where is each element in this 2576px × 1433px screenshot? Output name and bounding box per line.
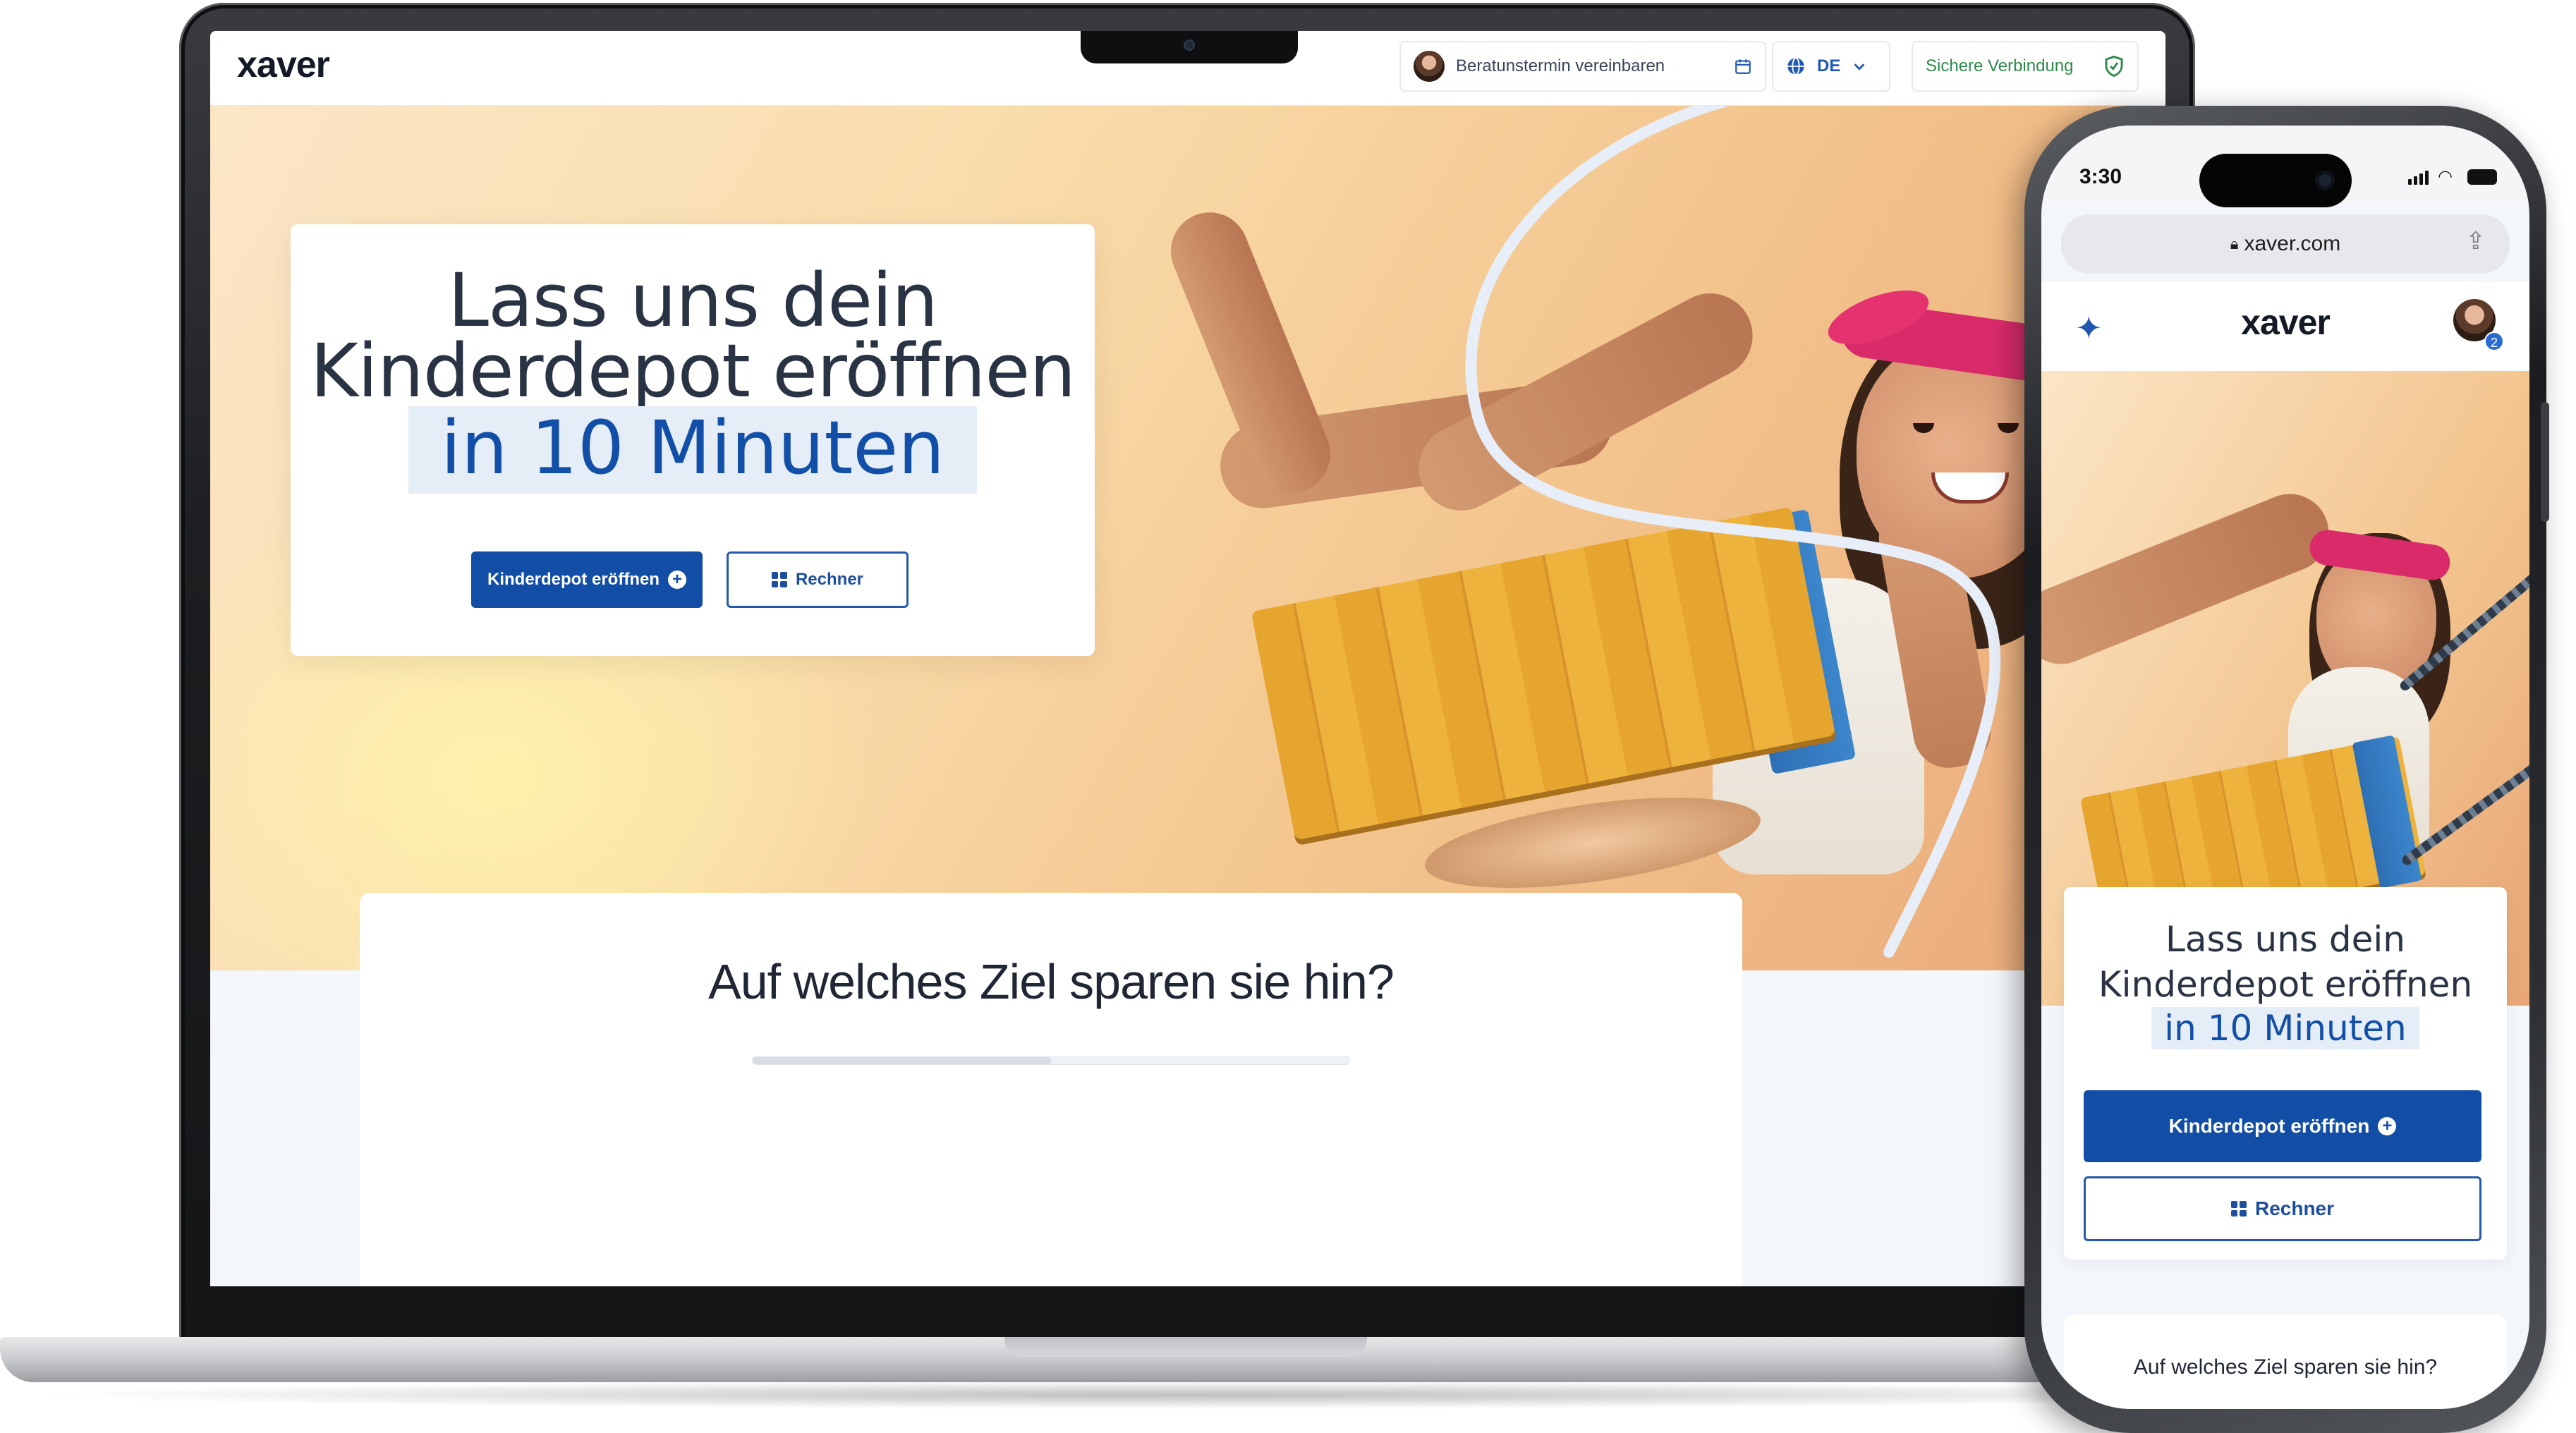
laptop-hinge-notch [1004,1337,1367,1357]
mobile-hero-card: Lass uns dein Kinderdepot eröffnen in 10… [2064,887,2507,1260]
calculator-button[interactable]: Rechner [727,551,909,608]
grid-icon [2230,1201,2247,1216]
share-icon[interactable]: ⇪ [2466,227,2486,255]
notification-badge: 2 [2484,331,2504,351]
signal-icon [2408,169,2429,185]
hero-title-line: Lass uns dein [448,257,938,343]
language-label: DE [1817,56,1841,75]
camera-notch [1081,31,1298,63]
battery-icon [2467,169,2497,185]
appointment-label: Beratunstermin vereinbaren [1456,56,1665,75]
browser-url: xaver.com [2244,232,2341,255]
dynamic-island [2199,154,2352,207]
plus-circle-icon: + [668,571,686,589]
hero-card: Lass uns dein Kinderdepot eröffnen in 10… [291,224,1095,656]
mobile-hero-title-line: Kinderdepot eröffnen [2098,964,2473,1005]
grid-icon [771,572,787,587]
wifi-icon: ◠ [2438,167,2453,186]
open-depot-label: Kinderdepot eröffnen [487,570,660,589]
girl-leg [2041,482,2340,676]
chevron-down-icon [1854,63,1865,71]
savings-goal-title: Auf welches Ziel sparen sie hin? [708,954,1395,1009]
appointment-button[interactable]: Beratunstermin vereinbaren [1399,41,1766,92]
status-time: 3:30 [2079,165,2122,188]
status-bar: 3:30 ◠ [2041,126,2529,207]
calculator-label: Rechner [795,570,864,589]
calendar-icon [1735,59,1751,74]
progress-bar [752,1056,1350,1065]
plus-circle-icon: + [2378,1117,2397,1135]
mobile-savings-goal-title: Auf welches Ziel sparen sie hin? [2133,1355,2438,1379]
mobile-savings-goal-section: Auf welches Ziel sparen sie hin? [2064,1315,2507,1409]
hero-title: Lass uns dein Kinderdepot eröffnen [291,224,1095,414]
calculator-label: Rechner [2254,1197,2335,1219]
mobile-hero-title-highlight: in 10 Minuten [2151,1007,2419,1049]
secure-connection-badge: Sichere Verbindung [1912,41,2139,92]
language-selector[interactable]: DE [1772,41,1890,92]
xaver-logo[interactable]: xaver [237,44,330,86]
shield-check-icon [2105,55,2123,78]
lock-icon: 🔒︎ [2230,235,2239,252]
globe-icon [1787,57,1804,75]
calculator-button[interactable]: Rechner [2084,1176,2481,1241]
mobile-hero-title: Lass uns dein Kinderdepot eröffnen [2064,887,2507,1007]
mobile-header: ✦ xaver 2 [2041,282,2529,371]
device-mockup: xaver Beratunstermin vereinbaren DE Sich… [0,0,2576,1433]
hero-title-line: Kinderdepot eröffnen [310,328,1076,414]
advisor-avatar [1414,51,1445,82]
hero-section: Lass uns dein Kinderdepot eröffnen in 10… [210,106,2165,970]
progress-fill [753,1057,1051,1064]
phone-side-button [2541,402,2549,522]
hero-title-highlight: in 10 Minuten [408,406,978,494]
open-depot-label: Kinderdepot eröffnen [2168,1115,2370,1137]
mobile-hero-title-line: Lass uns dein [2165,919,2405,960]
open-depot-button[interactable]: Kinderdepot eröffnen + [471,551,703,608]
secure-label: Sichere Verbindung [1926,56,2074,75]
laptop-screen: xaver Beratunstermin vereinbaren DE Sich… [210,31,2165,1286]
browser-url-bar[interactable]: 🔒︎ xaver.com ⇪ [2061,214,2510,274]
phone-screen: 3:30 ◠ 🔒︎ xaver.com ⇪ ✦ xaver 2 Lass uns… [2041,126,2529,1409]
open-depot-button[interactable]: Kinderdepot eröffnen + [2084,1090,2481,1162]
savings-goal-section: Auf welches Ziel sparen sie hin? [360,893,1742,1286]
